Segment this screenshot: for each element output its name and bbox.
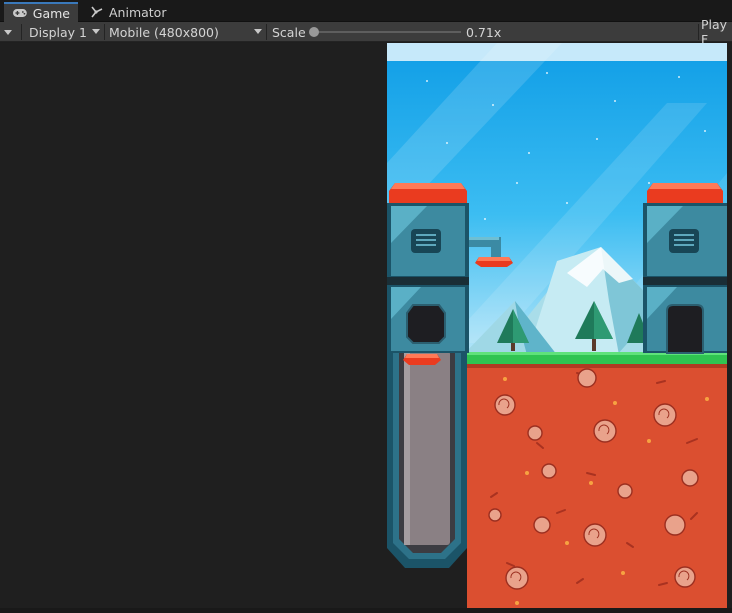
bottom-border <box>0 608 732 613</box>
left-tower <box>387 183 469 353</box>
tab-animator-label: Animator <box>109 4 167 20</box>
tab-animator[interactable]: Animator <box>82 2 174 22</box>
chevron-down-icon <box>254 29 262 34</box>
display-dropdown[interactable]: Display 1 <box>22 22 104 42</box>
scale-value: 0.71x <box>466 24 502 40</box>
play-mode-button[interactable]: Play F <box>701 17 732 47</box>
animator-icon <box>91 6 103 18</box>
resolution-dropdown-value: Mobile (480x800) <box>109 24 219 40</box>
game-scene <box>387 43 727 608</box>
chevron-down-icon <box>92 29 100 34</box>
tube-hatch <box>403 354 441 365</box>
tab-bar: Game Animator <box>0 0 732 22</box>
scale-label: Scale <box>272 24 306 40</box>
gamepad-icon <box>12 9 27 17</box>
underground-tube <box>387 351 467 568</box>
toolbar-divider <box>698 24 699 40</box>
tab-game-label: Game <box>32 5 70 21</box>
view-menu-dropdown[interactable] <box>4 22 20 42</box>
display-dropdown-value: Display 1 <box>29 24 88 40</box>
resolution-dropdown[interactable]: Mobile (480x800) <box>105 22 265 42</box>
toolbar-divider <box>266 24 267 40</box>
game-canvas[interactable] <box>387 43 727 608</box>
tab-game[interactable]: Game <box>4 2 78 22</box>
chevron-down-icon <box>4 29 12 35</box>
scale-slider-track[interactable] <box>313 31 461 33</box>
scale-slider-thumb[interactable] <box>309 27 319 37</box>
soil-ground <box>467 364 727 608</box>
right-tower <box>643 183 727 354</box>
